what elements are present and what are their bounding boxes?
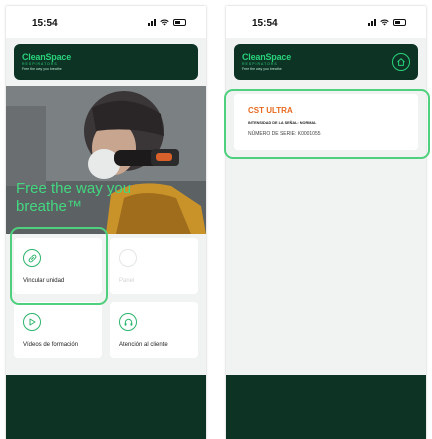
phone-home-screen: 15:54 CleanSpace RESPIRATORS Free the wa… <box>6 6 206 439</box>
signal-icon <box>368 18 376 26</box>
phone-device-list-screen: 15:54 CleanSpace RESPIRATORS Free the wa… <box>226 6 426 439</box>
app-header: CleanSpace RESPIRATORS Free the way you … <box>234 44 418 80</box>
battery-icon <box>173 18 186 26</box>
status-bar: 15:54 <box>6 6 206 38</box>
home-icon <box>397 58 405 66</box>
brand-logo: CleanSpace RESPIRATORS Free the way you … <box>22 52 71 72</box>
tile-label-customer-support: Atención al cliente <box>119 342 168 348</box>
wifi-icon <box>160 18 169 25</box>
home-button[interactable] <box>392 53 410 71</box>
status-time: 15:54 <box>32 18 58 29</box>
status-bar: 15:54 <box>226 6 426 38</box>
hero-tagline: Free the way you breathe™ <box>16 180 132 215</box>
hero-banner: Free the way you breathe™ <box>6 86 206 234</box>
battery-icon <box>393 18 406 26</box>
brand-name: CleanSpace <box>22 52 72 62</box>
brand-logo: CleanSpace RESPIRATORS Free the way you … <box>242 52 291 72</box>
status-time: 15:54 <box>252 18 278 29</box>
brand-tagline: Free the way you breathe <box>22 67 62 71</box>
wifi-icon <box>380 18 389 25</box>
brand-tagline: Free the way you breathe <box>242 67 282 71</box>
footer-bar <box>6 375 206 439</box>
highlight-outline-link-unit <box>10 227 108 305</box>
tile-panel[interactable]: Panel <box>110 238 198 294</box>
footer-bar <box>226 375 426 439</box>
headset-icon <box>119 313 137 331</box>
tile-label-panel: Panel <box>119 278 135 284</box>
tile-label-training-videos: Vídeos de formación <box>23 342 79 348</box>
play-icon <box>23 313 41 331</box>
brand-name: CleanSpace <box>242 52 292 62</box>
signal-icon <box>148 18 156 26</box>
status-icons <box>368 18 406 26</box>
highlight-outline-device-card <box>224 89 430 159</box>
status-icons <box>148 18 186 26</box>
app-header: CleanSpace RESPIRATORS Free the way you … <box>14 44 198 80</box>
tile-customer-support[interactable]: Atención al cliente <box>110 302 198 358</box>
gauge-icon <box>119 249 137 267</box>
tile-training-videos[interactable]: Vídeos de formación <box>14 302 102 358</box>
